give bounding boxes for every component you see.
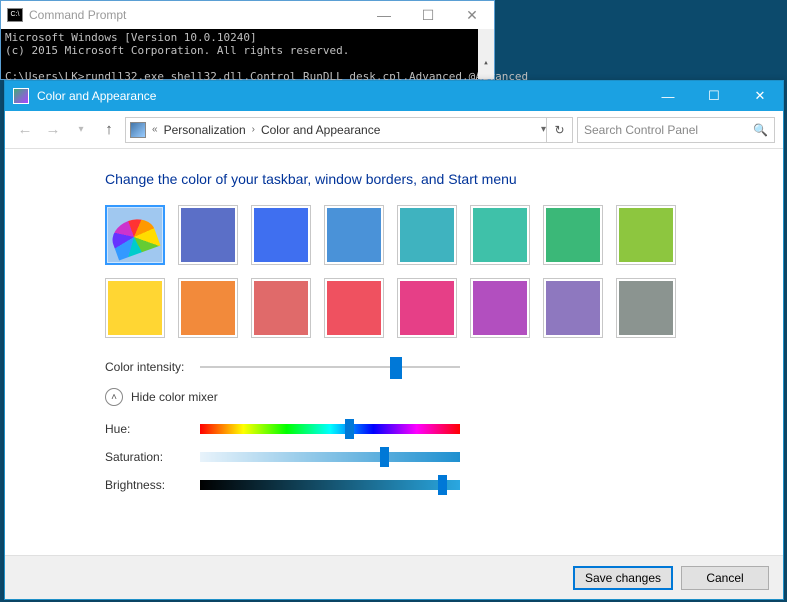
ca-footer: Save changes Cancel bbox=[5, 555, 783, 599]
cmd-icon: C:\ bbox=[7, 8, 23, 22]
cmd-close-button[interactable]: ✕ bbox=[450, 1, 494, 29]
cmd-maximize-button[interactable]: ☐ bbox=[406, 1, 450, 29]
saturation-slider[interactable] bbox=[200, 452, 460, 462]
refresh-button[interactable]: ↻ bbox=[546, 118, 572, 142]
saturation-label: Saturation: bbox=[105, 450, 200, 464]
nav-recent-dropdown[interactable]: ▾ bbox=[69, 118, 93, 142]
ca-nav-bar: ← → ▾ ↑ « Personalization › Color and Ap… bbox=[5, 111, 783, 149]
saturation-thumb[interactable] bbox=[380, 447, 389, 467]
color-swatch-2[interactable] bbox=[251, 205, 311, 265]
nav-back-button[interactable]: ← bbox=[13, 118, 37, 142]
search-icon: 🔍 bbox=[753, 123, 768, 137]
nav-forward-button[interactable]: → bbox=[41, 118, 65, 142]
ca-content: Change the color of your taskbar, window… bbox=[5, 149, 783, 555]
color-swatch-3[interactable] bbox=[324, 205, 384, 265]
mixer-toggle-label: Hide color mixer bbox=[131, 390, 218, 404]
intensity-label: Color intensity: bbox=[105, 360, 200, 374]
color-appearance-window: Color and Appearance — ☐ ✕ ← → ▾ ↑ « Per… bbox=[4, 80, 784, 600]
cmd-scrollbar[interactable]: ▴ bbox=[478, 29, 494, 79]
search-placeholder: Search Control Panel bbox=[584, 123, 698, 137]
ca-titlebar[interactable]: Color and Appearance — ☐ ✕ bbox=[5, 81, 783, 111]
ca-title: Color and Appearance bbox=[37, 89, 156, 103]
cmd-scroll-up[interactable]: ▴ bbox=[478, 55, 494, 71]
color-swatch-12[interactable] bbox=[397, 278, 457, 338]
color-swatch-13[interactable] bbox=[470, 278, 530, 338]
chevron-right-icon[interactable]: › bbox=[250, 124, 257, 135]
color-swatch-11[interactable] bbox=[324, 278, 384, 338]
brightness-slider[interactable] bbox=[200, 480, 460, 490]
color-swatch-15[interactable] bbox=[616, 278, 676, 338]
hue-slider[interactable] bbox=[200, 424, 460, 434]
color-mixer-toggle[interactable]: ˄ Hide color mixer bbox=[105, 388, 753, 406]
nav-up-button[interactable]: ↑ bbox=[97, 121, 121, 138]
color-swatch-5[interactable] bbox=[470, 205, 530, 265]
command-prompt-window: C:\ Command Prompt — ☐ ✕ Microsoft Windo… bbox=[0, 0, 495, 80]
brightness-thumb[interactable] bbox=[438, 475, 447, 495]
breadcrumb-personalization[interactable]: Personalization bbox=[164, 123, 246, 137]
address-bar[interactable]: « Personalization › Color and Appearance… bbox=[125, 117, 573, 143]
chevron-left-icon[interactable]: « bbox=[150, 124, 160, 135]
cmd-minimize-button[interactable]: — bbox=[362, 1, 406, 29]
cmd-titlebar[interactable]: C:\ Command Prompt — ☐ ✕ bbox=[1, 1, 494, 29]
color-swatch-10[interactable] bbox=[251, 278, 311, 338]
color-swatch-8[interactable] bbox=[105, 278, 165, 338]
hue-thumb[interactable] bbox=[345, 419, 354, 439]
cmd-line1: Microsoft Windows [Version 10.0.10240] bbox=[5, 31, 257, 44]
page-heading: Change the color of your taskbar, window… bbox=[105, 171, 753, 187]
breadcrumb-color-appearance[interactable]: Color and Appearance bbox=[261, 123, 380, 137]
cmd-body[interactable]: Microsoft Windows [Version 10.0.10240] (… bbox=[1, 29, 494, 79]
intensity-thumb[interactable] bbox=[390, 357, 402, 379]
cmd-line2: (c) 2015 Microsoft Corporation. All righ… bbox=[5, 44, 349, 57]
color-swatch-grid bbox=[105, 205, 753, 338]
cancel-button[interactable]: Cancel bbox=[681, 566, 769, 590]
color-swatch-9[interactable] bbox=[178, 278, 238, 338]
color-swatch-4[interactable] bbox=[397, 205, 457, 265]
ca-maximize-button[interactable]: ☐ bbox=[691, 81, 737, 111]
color-swatch-14[interactable] bbox=[543, 278, 603, 338]
ca-title-icon bbox=[13, 88, 29, 104]
ca-minimize-button[interactable]: — bbox=[645, 81, 691, 111]
ca-close-button[interactable]: ✕ bbox=[737, 81, 783, 111]
search-input[interactable]: Search Control Panel 🔍 bbox=[577, 117, 775, 143]
color-swatch-0[interactable] bbox=[105, 205, 165, 265]
color-swatch-1[interactable] bbox=[178, 205, 238, 265]
cmd-title: Command Prompt bbox=[29, 8, 126, 22]
brightness-label: Brightness: bbox=[105, 478, 200, 492]
hue-label: Hue: bbox=[105, 422, 200, 436]
save-changes-button[interactable]: Save changes bbox=[573, 566, 673, 590]
intensity-slider[interactable] bbox=[200, 362, 460, 372]
address-icon bbox=[130, 122, 146, 138]
color-swatch-7[interactable] bbox=[616, 205, 676, 265]
chevron-up-icon: ˄ bbox=[105, 388, 123, 406]
color-swatch-6[interactable] bbox=[543, 205, 603, 265]
